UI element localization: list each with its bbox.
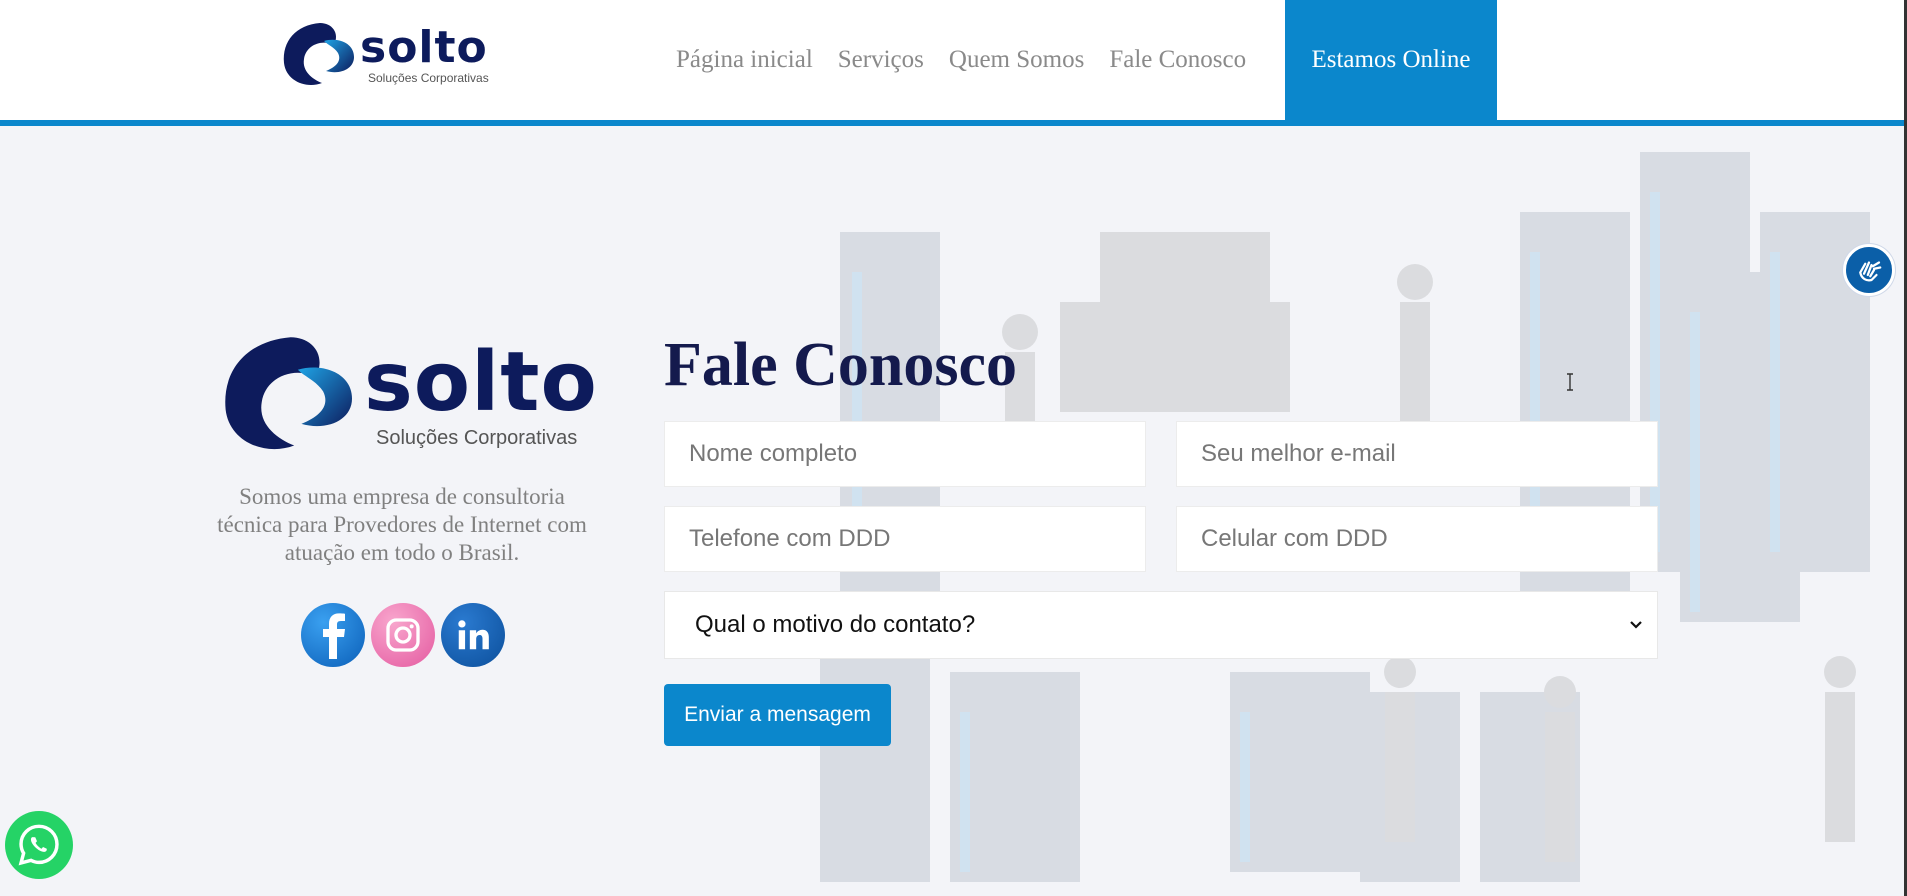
sign-language-icon[interactable] bbox=[1843, 244, 1895, 296]
company-logo-wordmark: solto bbox=[364, 335, 598, 430]
nav-services[interactable]: Serviços bbox=[838, 46, 924, 74]
contact-reason-value: Qual o motivo do contato? bbox=[695, 611, 976, 638]
about-text: Somos uma empresa de consultoria técnica… bbox=[217, 484, 587, 565]
text-cursor-icon bbox=[1567, 373, 1573, 391]
submit-button[interactable]: Enviar a mensagem bbox=[664, 684, 891, 746]
nav-home[interactable]: Página inicial bbox=[676, 46, 813, 74]
phone-field bbox=[664, 506, 1146, 572]
header-logo[interactable]: solto Soluções Corporativas bbox=[278, 14, 498, 96]
online-button[interactable]: Estamos Online bbox=[1285, 0, 1497, 120]
email-input[interactable] bbox=[1201, 422, 1657, 486]
nav-about[interactable]: Quem Somos bbox=[949, 46, 1084, 74]
logo-wordmark: solto bbox=[360, 22, 488, 73]
nav-contact[interactable]: Fale Conosco bbox=[1109, 46, 1246, 74]
form-title: Fale Conosco bbox=[664, 331, 1018, 399]
phone-input[interactable] bbox=[689, 507, 1145, 571]
facebook-icon[interactable] bbox=[301, 603, 365, 667]
linkedin-icon[interactable] bbox=[441, 603, 505, 667]
mobile-input[interactable] bbox=[1201, 507, 1657, 571]
company-logo-tagline: Soluções Corporativas bbox=[376, 427, 578, 449]
site-header: solto Soluções Corporativas Página inici… bbox=[0, 0, 1907, 126]
mobile-field bbox=[1176, 506, 1658, 572]
email-field bbox=[1176, 421, 1658, 487]
social-links bbox=[301, 603, 505, 667]
whatsapp-icon[interactable] bbox=[5, 811, 73, 879]
name-input[interactable] bbox=[689, 422, 1145, 486]
company-logo: solto Soluções Corporativas bbox=[212, 325, 597, 465]
chevron-down-icon bbox=[1630, 621, 1642, 629]
instagram-icon[interactable] bbox=[371, 603, 435, 667]
contact-reason-select[interactable]: Qual o motivo do contato? bbox=[664, 591, 1658, 659]
main-nav: Página inicial Serviços Quem Somos Fale … bbox=[676, 0, 1271, 120]
logo-tagline: Soluções Corporativas bbox=[368, 71, 489, 85]
company-logo-mark-icon bbox=[212, 330, 362, 460]
name-field bbox=[664, 421, 1146, 487]
logo-mark-icon bbox=[278, 19, 358, 91]
